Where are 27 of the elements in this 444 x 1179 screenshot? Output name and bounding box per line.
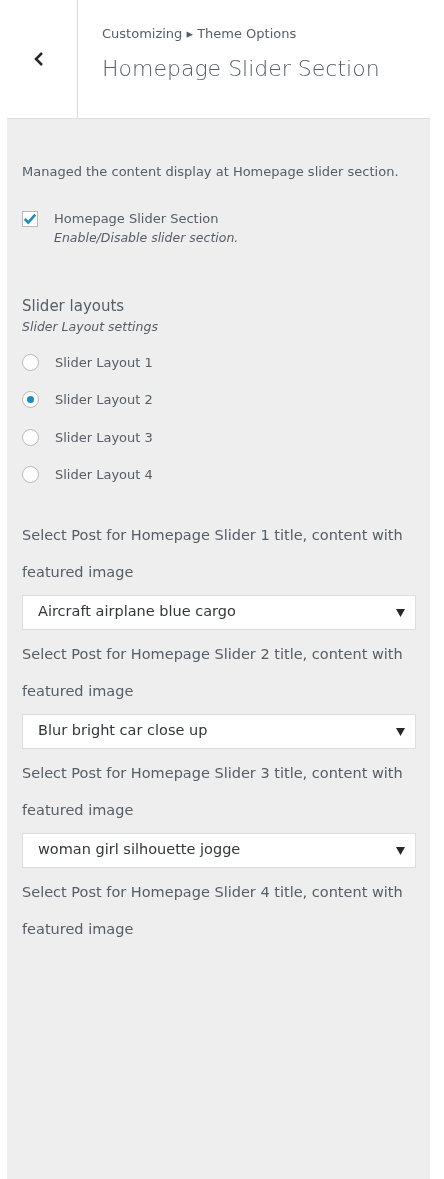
section-description: Managed the content display at Homepage slider section. [22, 163, 400, 181]
select-label: Select Post for Homepage Slider 2 title, content with featured image [22, 644, 404, 701]
select-label: Select Post for Homepage Slider 3 title, content with featured image [22, 763, 404, 820]
select-label: Select Post for Homepage Slider 1 title, content with featured image [22, 525, 404, 582]
back-chevron-icon [33, 52, 44, 66]
breadcrumb: Customizing ▸ Theme Options [102, 25, 298, 43]
post-select[interactable]: woman girl silhouette jogge [22, 832, 416, 868]
enable-checkbox[interactable] [22, 211, 38, 227]
caret-icon [396, 607, 405, 617]
post-select[interactable]: Blur bright car close up [22, 713, 416, 749]
layouts-hint: Slider Layout settings [22, 317, 159, 336]
layout-radio[interactable] [22, 391, 39, 409]
checkbox-label: Homepage Slider Section [54, 210, 220, 228]
radio-label: Slider Layout 2 [55, 391, 153, 409]
checkbox-hint: Enable/Disable slider section. [54, 228, 239, 247]
section-title: Homepage Slider Section [102, 54, 380, 83]
layout-radio[interactable] [22, 428, 39, 446]
layout-radio[interactable] [22, 353, 39, 371]
layout-radio[interactable] [22, 466, 39, 484]
select-label: Select Post for Homepage Slider 4 title, content with featured image [22, 882, 404, 939]
radio-label: Slider Layout 1 [55, 353, 153, 372]
layouts-title: Slider layouts [22, 296, 126, 318]
radio-label: Slider Layout 3 [55, 428, 153, 447]
post-select[interactable]: Aircraft airplane blue cargo [22, 594, 416, 630]
caret-icon [396, 726, 405, 736]
caret-icon [396, 845, 405, 855]
radio-label: Slider Layout 4 [55, 466, 153, 484]
